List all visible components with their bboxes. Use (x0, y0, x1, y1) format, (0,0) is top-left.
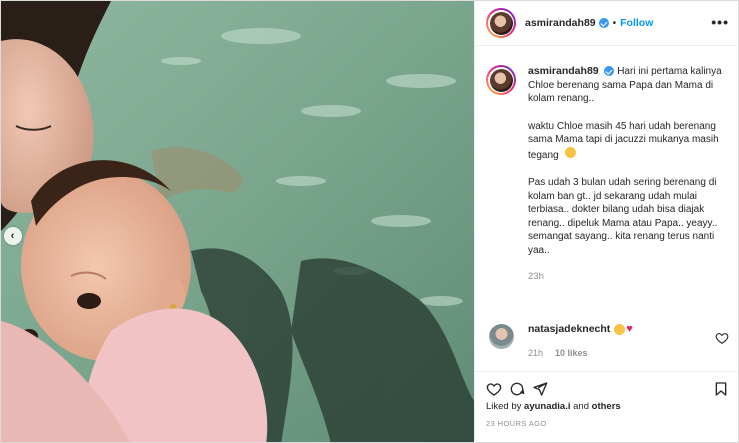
comment-likes[interactable]: 10 likes (555, 348, 588, 358)
carousel-prev-button[interactable]: ‹ (4, 227, 22, 245)
post-timestamp[interactable]: 23 HOURS AGO (486, 419, 547, 428)
post-side-panel: asmirandah89 • Follow ••• asmirandah89 H… (474, 1, 738, 442)
clapping-hands-icon (614, 323, 626, 335)
comment-time[interactable]: 21h (528, 348, 543, 358)
post-header: asmirandah89 • Follow ••• (475, 1, 738, 46)
like-comment-heart-icon[interactable] (715, 331, 729, 345)
post-photo[interactable]: ‹ (1, 1, 474, 442)
post-caption: asmirandah89 Hari ini pertama kalinya Ch… (486, 65, 731, 282)
liked-by-and: and (573, 401, 589, 412)
caption-timestamp[interactable]: 23h (528, 271, 731, 282)
liked-by-prefix: Liked by (486, 401, 522, 412)
action-icons (486, 381, 548, 397)
comment-meta: 21h 10 likes (528, 348, 731, 358)
red-heart-icon: ♥ (626, 322, 633, 335)
liked-by-user[interactable]: ayunadia.i (524, 401, 570, 412)
author-avatar[interactable] (486, 8, 516, 38)
caption-avatar-image (489, 68, 513, 92)
caption-line: waktu Chloe masih 45 hari udah berenang … (528, 120, 719, 161)
liked-by-text: Liked by ayunadia.i and others (486, 401, 621, 412)
caption-text: asmirandah89 Hari ini pertama kalinya Ch… (528, 65, 731, 257)
comment-icon[interactable] (509, 381, 525, 397)
verified-badge-icon (604, 66, 615, 77)
commenter-row: natasjadeknecht ♥ (528, 323, 731, 335)
grimacing-face-icon (565, 146, 577, 158)
separator-dot: • (612, 17, 617, 29)
commenter-avatar[interactable] (489, 324, 514, 349)
comment-item: natasjadeknecht ♥ 21h 10 likes (486, 323, 731, 358)
caption-paragraph: waktu Chloe masih 45 hari udah berenang … (528, 120, 731, 163)
share-icon[interactable] (532, 381, 548, 397)
caption-line: Pas udah 3 bulan udah sering berenang di… (528, 177, 718, 256)
author-avatar-image (489, 11, 513, 35)
photo-illustration (1, 1, 474, 442)
liked-by-others[interactable]: others (592, 401, 621, 412)
post-actions: Liked by ayunadia.i and others 23 HOURS … (475, 371, 738, 442)
caption-paragraph: asmirandah89 Hari ini pertama kalinya Ch… (528, 65, 731, 106)
verified-badge-icon (598, 18, 609, 28)
author-username[interactable]: asmirandah89 (525, 17, 596, 29)
caption-paragraph: Pas udah 3 bulan udah sering berenang di… (528, 176, 731, 257)
bookmark-icon (715, 382, 727, 396)
commenter-username[interactable]: natasjadeknecht (528, 323, 610, 335)
follow-button[interactable]: Follow (620, 17, 653, 29)
post-dialog: ‹ asmirandah89 • Follow ••• asmirandah89… (0, 0, 739, 443)
chevron-left-icon: ‹ (10, 229, 15, 242)
heart-icon[interactable] (486, 381, 502, 397)
save-button[interactable] (713, 381, 729, 397)
caption-avatar[interactable] (486, 65, 516, 95)
caption-username[interactable]: asmirandah89 (528, 65, 599, 77)
more-options-icon[interactable]: ••• (711, 15, 729, 29)
